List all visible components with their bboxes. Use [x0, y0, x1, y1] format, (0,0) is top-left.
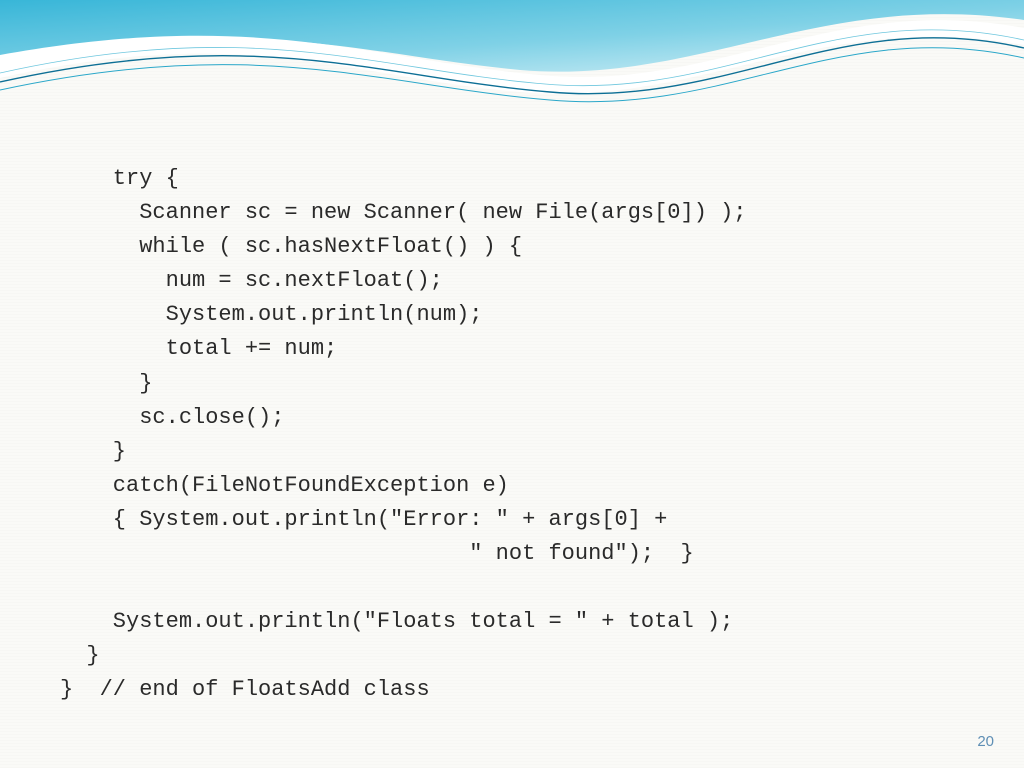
- wave-decoration: [0, 0, 1024, 160]
- page-number: 20: [977, 733, 994, 750]
- slide: try { Scanner sc = new Scanner( new File…: [0, 0, 1024, 768]
- code-block: try { Scanner sc = new Scanner( new File…: [60, 162, 984, 708]
